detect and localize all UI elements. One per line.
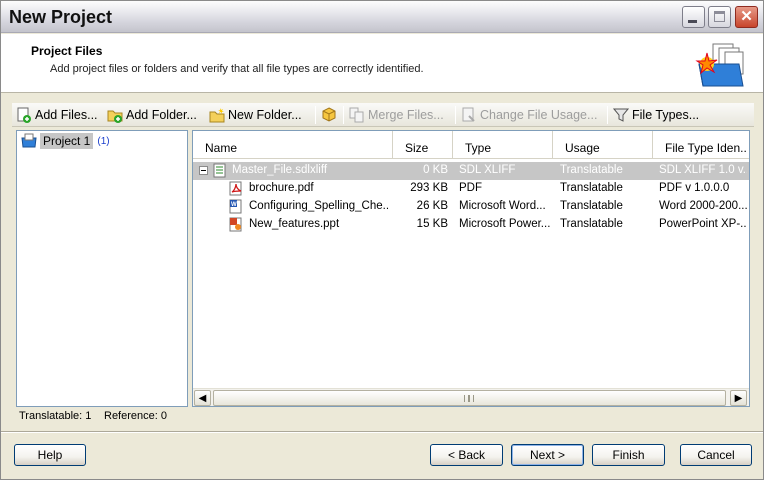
finish-button[interactable]: Finish [592,444,665,466]
scroll-right-button[interactable]: ▶ [730,390,747,406]
reference-count: Reference: 0 [104,410,167,422]
project-file-count: (1) [97,135,110,147]
merge-files-label: Merge Files... [368,108,444,122]
add-folder-label: Add Folder... [126,108,197,122]
svg-text:W: W [231,202,237,208]
file-list[interactable]: Name Size Type Usage File Type Iden.. Ma… [192,130,750,407]
file-usage: Translatable [560,218,623,230]
toolbar-separator [315,106,316,124]
file-usage: Translatable [560,200,623,212]
table-row[interactable]: New_features.ppt 15 KB Microsoft Power..… [193,216,749,234]
project-tree[interactable]: Project 1 (1) [16,130,188,407]
tree-item-project[interactable]: Project 1 (1) [21,133,110,149]
chevron-left-icon: ◀ [198,393,207,404]
cube-icon [321,107,337,123]
word-icon: W [229,199,242,214]
pdf-icon [229,181,242,196]
table-row[interactable]: brochure.pdf 293 KB PDF Translatable PDF… [193,180,749,198]
file-type: PDF [459,182,482,194]
add-files-button[interactable]: Add Files... [16,105,98,125]
file-type: SDL XLIFF [459,164,516,176]
change-file-usage-button[interactable]: Change File Usage... [461,105,597,125]
close-button[interactable]: ✕ [735,6,758,28]
sdlxliff-icon [213,163,226,178]
new-folder-icon [209,107,225,123]
wizard-header: Project Files Add project files or folde… [1,34,763,93]
file-name: brochure.pdf [249,182,314,194]
column-usage[interactable]: Usage [553,131,653,159]
file-name: Configuring_Spelling_Che... [249,200,389,212]
help-button[interactable]: Help [14,444,86,466]
cancel-button[interactable]: Cancel [680,444,752,466]
file-size: 15 KB [416,218,448,230]
file-types-button[interactable]: File Types... [612,105,700,125]
scroll-left-button[interactable]: ◀ [194,390,211,406]
merge-files-icon [349,107,365,123]
file-type-identifier: PowerPoint XP-... [659,218,747,230]
file-size: 293 KB [410,182,448,194]
toolbar-separator [343,106,344,124]
file-name: Master_File.sdlxliff [232,164,328,176]
scrollbar-thumb[interactable] [213,390,726,406]
file-types-label: File Types... [632,108,700,122]
add-files-icon [16,107,32,123]
maximize-icon [714,11,725,22]
close-icon: ✕ [740,8,753,25]
column-name[interactable]: Name [193,131,393,159]
table-row[interactable]: W Configuring_Spelling_Che... 26 KB Micr… [193,198,749,216]
column-type[interactable]: Type [453,131,553,159]
file-type: Microsoft Word... [459,200,546,212]
filter-icon [612,107,630,123]
table-row[interactable]: Master_File.sdlxliff 0 KB SDL XLIFF Tran… [193,162,749,180]
file-type-identifier: Word 2000-200... [659,200,747,212]
window-title: New Project [9,7,113,27]
column-size[interactable]: Size [393,131,453,159]
chevron-right-icon: ▶ [734,393,743,404]
horizontal-scrollbar[interactable]: ◀ ▶ [193,388,749,406]
powerpoint-icon [229,217,242,232]
minimize-icon [688,20,697,23]
project-icon [21,133,37,148]
project-label: Project 1 [40,133,94,149]
column-file-type-identifier[interactable]: File Type Iden.. [653,131,749,159]
collapse-toggle[interactable] [199,166,208,175]
title-bar[interactable]: New Project ✕ [1,1,763,33]
grip-icon [464,395,474,402]
file-type-identifier: PDF v 1.0.0.0 [659,182,730,194]
translatable-count: Translatable: 1 [19,410,92,422]
file-usage: Translatable [560,164,623,176]
add-folder-icon [107,107,123,123]
merge-files-button[interactable]: Merge Files... [349,105,444,125]
file-size: 0 KB [423,164,448,176]
file-size: 26 KB [416,200,448,212]
new-folder-button[interactable]: New Folder... [209,105,302,125]
footer-divider [1,431,763,433]
toolbar-separator [607,106,608,124]
properties-button[interactable] [321,105,340,125]
file-type: Microsoft Power... [459,218,551,230]
add-files-label: Add Files... [35,108,98,122]
toolbar-separator [455,106,456,124]
new-folder-label: New Folder... [228,108,302,122]
page-title: Project Files [31,44,103,58]
file-name: New_features.ppt [249,218,340,230]
next-button[interactable]: Next > [511,444,584,466]
add-folder-button[interactable]: Add Folder... [107,105,197,125]
change-usage-icon [461,107,477,123]
project-files-icon [695,43,744,87]
change-usage-label: Change File Usage... [480,108,598,122]
file-usage: Translatable [560,182,623,194]
back-button[interactable]: < Back [430,444,503,466]
page-description: Add project files or folders and verify … [50,63,424,75]
maximize-button [708,6,731,28]
new-project-dialog: New Project ✕ Project Files Add project … [0,0,764,480]
file-type-identifier: SDL XLIFF 1.0 v... [659,164,747,176]
file-list-header: Name Size Type Usage File Type Iden.. [193,131,749,159]
toolbar: Add Files... Add Folder... New Folder...… [12,103,754,127]
minimize-button[interactable] [682,6,705,28]
